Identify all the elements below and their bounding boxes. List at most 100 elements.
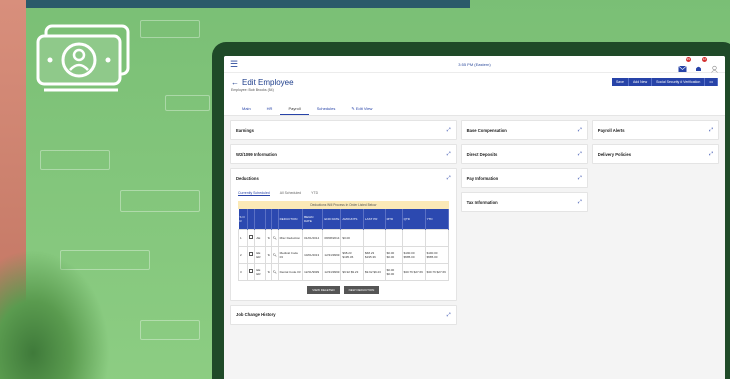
save-button[interactable]: Save	[611, 78, 629, 86]
expand-icon[interactable]: ⤢	[578, 151, 582, 157]
brick-outline	[40, 150, 110, 170]
deduction-name: Dental Code 03	[277, 262, 304, 281]
app-bar-icons: 99 12	[678, 57, 719, 73]
subtab-ytd[interactable]: YTD	[311, 191, 318, 196]
mtd: $0.00 $0.00	[384, 245, 403, 264]
deductions-card: Deductions ⤢ Currently Scheduled All Sche…	[230, 168, 457, 301]
tab-edit-view-label: Edit View	[355, 106, 373, 111]
tab-edit-view[interactable]: ✎ Edit View	[343, 103, 380, 115]
expand-icon[interactable]: ⤢	[447, 312, 451, 318]
expand-icon[interactable]: ⤢	[447, 127, 451, 133]
table-row[interactable]: 2 EE ER ⇅ 🔍︎ Medical Code 03 10/01/2013 …	[237, 245, 449, 264]
brick-outline	[120, 190, 200, 212]
card-title: Direct Deposits	[466, 151, 498, 157]
last-pr: $9.92 $9.23	[362, 262, 386, 281]
pay-information-card: Pay Information ⤢	[460, 168, 588, 188]
column-header: LAST PR	[363, 209, 386, 229]
app-screen: ☰ 3:55 PM (Eastern) 99 12 ← Edit Employe…	[224, 56, 725, 379]
payroll-content: Earnings ⤢ W2/1099 Information ⤢ Deduction…	[230, 120, 719, 379]
end-date: 08/08/2014	[322, 228, 342, 247]
card-title: Tax Information	[466, 199, 498, 205]
table-header-row: S O R DEDUCTION BEGIN DATE END DATE AMOU…	[238, 209, 449, 229]
column-header: S O R	[238, 209, 249, 229]
add-new-button[interactable]: Add New	[628, 78, 653, 86]
card-title: Pay Information	[466, 175, 499, 181]
search-icon[interactable]: 🔍︎	[270, 262, 279, 281]
user-icon[interactable]	[710, 60, 719, 73]
qtd	[401, 228, 426, 247]
bell-icon[interactable]: 12	[694, 57, 707, 71]
ytd: $30.76 $27.69	[424, 262, 449, 281]
employee-subtitle: Employee: Bob Brooks (54)	[231, 88, 274, 92]
plant-leaves	[0, 249, 110, 379]
payroll-alerts-card: Payroll Alerts ⤢	[591, 120, 719, 140]
expand-icon[interactable]: ⤢	[709, 151, 713, 157]
menu-icon[interactable]: ☰	[230, 59, 238, 69]
tab-main[interactable]: Main	[234, 103, 259, 115]
last-pr: $68.23 $195.36	[362, 245, 386, 264]
money-user-icon	[36, 24, 130, 92]
expand-icon[interactable]: ⤢	[578, 175, 582, 181]
expand-icon[interactable]: ⤢	[709, 127, 713, 133]
row-code: AE	[254, 228, 267, 247]
end-date: 12/31/9999	[322, 262, 342, 281]
column-header: END DATE	[322, 209, 342, 229]
more-actions-button[interactable]: •••	[705, 78, 718, 86]
column-header: QTD	[402, 209, 426, 229]
card-title: Earnings	[236, 127, 254, 133]
table-row[interactable]: 3 EE ER ⇅ 🔍︎ Dental Code 03 12/31/9999 1…	[237, 262, 449, 281]
page-header: ← Edit Employee Employee: Bob Brooks (54…	[224, 73, 725, 116]
page-title-text: Edit Employee	[242, 78, 294, 87]
column-header: YTD	[425, 209, 449, 229]
new-deduction-button[interactable]: NEW DEDUCTION	[343, 285, 380, 294]
brick-outline	[140, 320, 200, 340]
qtd: $30.76 $27.69	[401, 262, 426, 281]
subtab-all-scheduled[interactable]: All Scheduled	[280, 191, 301, 196]
alerts-badge: 12	[701, 57, 707, 62]
qtd: $190.00 $585.00	[401, 245, 426, 264]
tax-information-card: Tax Information ⤢	[460, 192, 588, 212]
card-title: Delivery Policies	[597, 151, 632, 157]
checkbox[interactable]	[249, 269, 254, 273]
amounts: $0.00	[340, 228, 364, 247]
row-checkbox[interactable]	[247, 262, 256, 281]
ytd: $190.00 $585.00	[424, 245, 449, 264]
delivery-policies-card: Delivery Policies ⤢	[591, 144, 719, 164]
search-icon[interactable]: 🔍︎	[270, 228, 279, 247]
begin-date: 01/01/2014	[302, 228, 324, 247]
amounts: $68.23 $195.36	[340, 245, 364, 264]
checkbox[interactable]	[249, 252, 254, 256]
mail-icon[interactable]: 99	[678, 57, 691, 72]
end-date: 12/31/9999	[322, 245, 342, 264]
amounts: $9.92 $9.23	[340, 262, 364, 281]
view-deleted-button[interactable]: VIEW DELETED	[307, 285, 340, 294]
table-row[interactable]: 1 AE ⇅ 🔍︎ Misc Deduction 01/01/2014 08/0…	[237, 228, 449, 247]
ytd	[424, 228, 449, 247]
tab-payroll[interactable]: Payroll	[280, 103, 309, 115]
tab-hr[interactable]: HR	[259, 103, 281, 115]
mtd	[384, 228, 403, 247]
expand-icon[interactable]: ⤢	[447, 151, 451, 157]
checkbox[interactable]	[249, 235, 254, 239]
expand-icon[interactable]: ⤢	[578, 199, 582, 205]
row-checkbox[interactable]	[247, 245, 256, 264]
column-header	[247, 209, 256, 229]
ssn-verification-button[interactable]: Social Security # Verification	[652, 78, 706, 86]
column-header	[254, 209, 267, 229]
expand-icon[interactable]: ⤢	[578, 127, 582, 133]
subtab-currently-scheduled[interactable]: Currently Scheduled	[238, 191, 270, 196]
deduction-name: Misc Deduction	[277, 228, 304, 247]
column-middle: Base Compensation ⤢ Direct Deposits ⤢ Pay …	[460, 120, 588, 379]
deductions-banner: Deductions Will Process In Order Listed …	[238, 201, 449, 209]
tab-schedules[interactable]: Schedules	[309, 103, 344, 115]
laptop-frame: ☰ 3:55 PM (Eastern) 99 12 ← Edit Employe…	[212, 42, 730, 379]
page-tabs: Main HR Payroll Schedules ✎ Edit View	[234, 103, 380, 115]
search-icon[interactable]: 🔍︎	[270, 245, 279, 264]
row-code: EE ER	[254, 245, 267, 264]
begin-date: 10/01/2013	[302, 245, 324, 264]
brick-outline	[140, 20, 200, 38]
deduction-actions: VIEW DELETED NEW DEDUCTION	[238, 285, 449, 294]
back-arrow-icon[interactable]: ←	[231, 78, 239, 87]
row-checkbox[interactable]	[247, 228, 256, 247]
expand-icon[interactable]: ⤢	[447, 175, 451, 181]
